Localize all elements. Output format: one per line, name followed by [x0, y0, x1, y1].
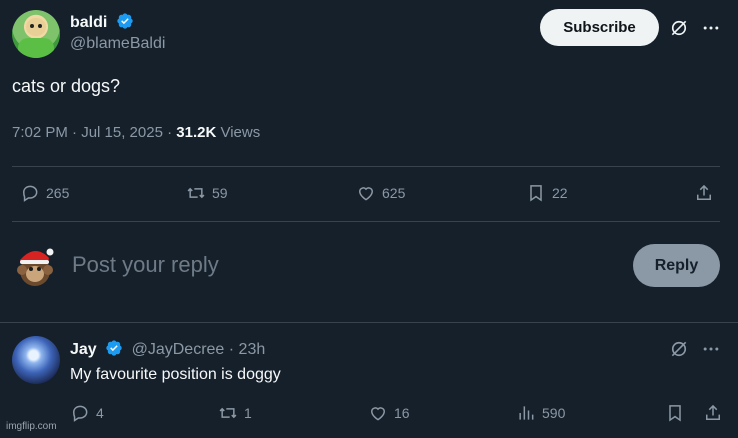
author-name-row[interactable]: baldi: [70, 12, 134, 32]
views-icon: [519, 406, 534, 420]
reply-author-handle[interactable]: @JayDecree: [132, 341, 225, 358]
reply-views-action[interactable]: 590: [516, 403, 565, 423]
retweet-icon: [219, 407, 237, 419]
divider-mid: [12, 221, 720, 222]
bookmark-action[interactable]: 22: [526, 183, 568, 203]
grok-icon[interactable]: [668, 338, 690, 360]
avatar-shirt: [18, 38, 54, 58]
reply-like-action[interactable]: 16: [368, 403, 410, 423]
avatar-eye-right: [38, 24, 42, 28]
views-count: 31.2K: [176, 124, 217, 141]
bookmark-icon: [669, 405, 681, 422]
share-icon: [706, 404, 720, 420]
reply-reply-action[interactable]: 4: [70, 403, 104, 423]
reply-views-count: 590: [542, 405, 566, 421]
reply-bookmark-action[interactable]: [665, 403, 685, 423]
tweet-text: cats or dogs?: [12, 76, 121, 96]
author-name[interactable]: baldi: [70, 14, 107, 31]
like-count: 625: [382, 185, 406, 201]
more-options-icon[interactable]: [700, 338, 722, 360]
reply-author-row[interactable]: Jay @JayDecree · 23h: [70, 339, 265, 359]
reply-reply-count: 4: [96, 405, 104, 421]
like-action[interactable]: 625: [356, 183, 405, 203]
share-action[interactable]: [694, 183, 714, 203]
avatar-face: [26, 18, 46, 36]
bookmark-icon: [530, 185, 542, 202]
reply-input[interactable]: Post your reply: [72, 252, 219, 278]
avatar-eye-left: [30, 24, 34, 28]
reply-retweet-action[interactable]: 1: [218, 403, 252, 423]
verified-badge-icon: [117, 13, 133, 29]
tweet-meta: 7:02 PM · Jul 15, 2025 · 31.2K Views: [12, 124, 260, 141]
reply-button[interactable]: Reply: [633, 244, 720, 287]
heart-icon: [370, 407, 386, 421]
tweet-timestamp[interactable]: 7:02 PM · Jul 15, 2025 ·: [12, 124, 176, 141]
watermark: imgflip.com: [6, 421, 57, 432]
retweet-count: 59: [212, 185, 228, 201]
reply-retweet-count: 1: [244, 405, 252, 421]
reply-share-action[interactable]: [703, 403, 723, 423]
author-avatar[interactable]: [12, 10, 60, 58]
share-icon: [697, 184, 711, 200]
reply-author-avatar[interactable]: [12, 336, 60, 384]
reply-time[interactable]: · 23h: [224, 341, 265, 358]
divider-reply: [0, 322, 738, 323]
user-avatar[interactable]: [12, 243, 58, 289]
reply-count: 265: [46, 185, 70, 201]
divider-top: [12, 166, 720, 167]
retweet-icon: [187, 187, 205, 199]
subscribe-button[interactable]: Subscribe: [540, 9, 659, 46]
more-options-icon[interactable]: [700, 17, 722, 39]
grok-icon[interactable]: [668, 17, 690, 39]
heart-icon: [358, 187, 374, 201]
author-handle[interactable]: @blameBaldi: [70, 35, 165, 53]
verified-badge-icon: [106, 340, 122, 356]
reply-author-name[interactable]: Jay: [70, 341, 97, 358]
reply-like-count: 16: [394, 405, 410, 421]
bookmark-count: 22: [552, 185, 568, 201]
reply-action[interactable]: 265: [20, 183, 69, 203]
reply-icon: [22, 185, 38, 202]
retweet-action[interactable]: 59: [186, 183, 228, 203]
views-label: Views: [216, 124, 261, 141]
reply-text: My favourite position is doggy: [70, 366, 281, 383]
reply-icon: [72, 405, 88, 422]
